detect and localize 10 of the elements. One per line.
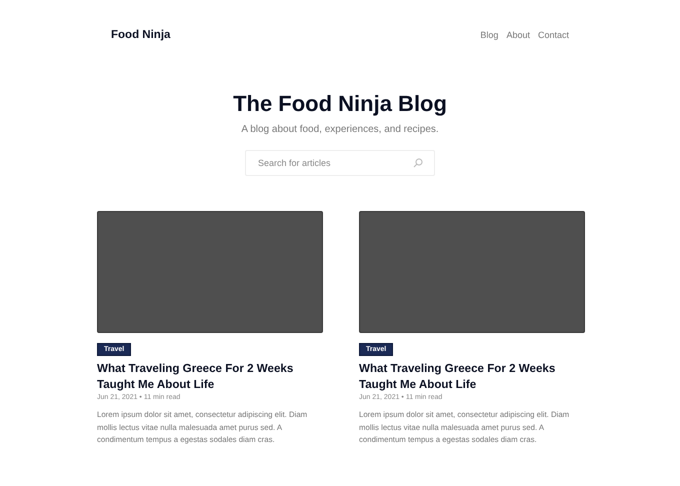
blog-subtitle: A blog about food, experiences, and recipes. <box>241 124 439 135</box>
nav-link[interactable]: Contact <box>538 30 569 40</box>
post-title[interactable]: What Traveling Greece For 2 Weeks Taught Me About Life <box>97 361 323 393</box>
blog-title: The Food Ninja Blog <box>233 90 447 118</box>
site-logo[interactable]: Food Ninja <box>111 29 170 41</box>
search-icon <box>413 158 423 168</box>
search-field[interactable]: Search for articles <box>245 150 435 176</box>
nav-link[interactable]: Blog <box>480 30 498 40</box>
nav-link[interactable]: About <box>506 30 530 40</box>
post-title[interactable]: What Traveling Greece For 2 Weeks Taught Me About Life <box>359 361 585 393</box>
